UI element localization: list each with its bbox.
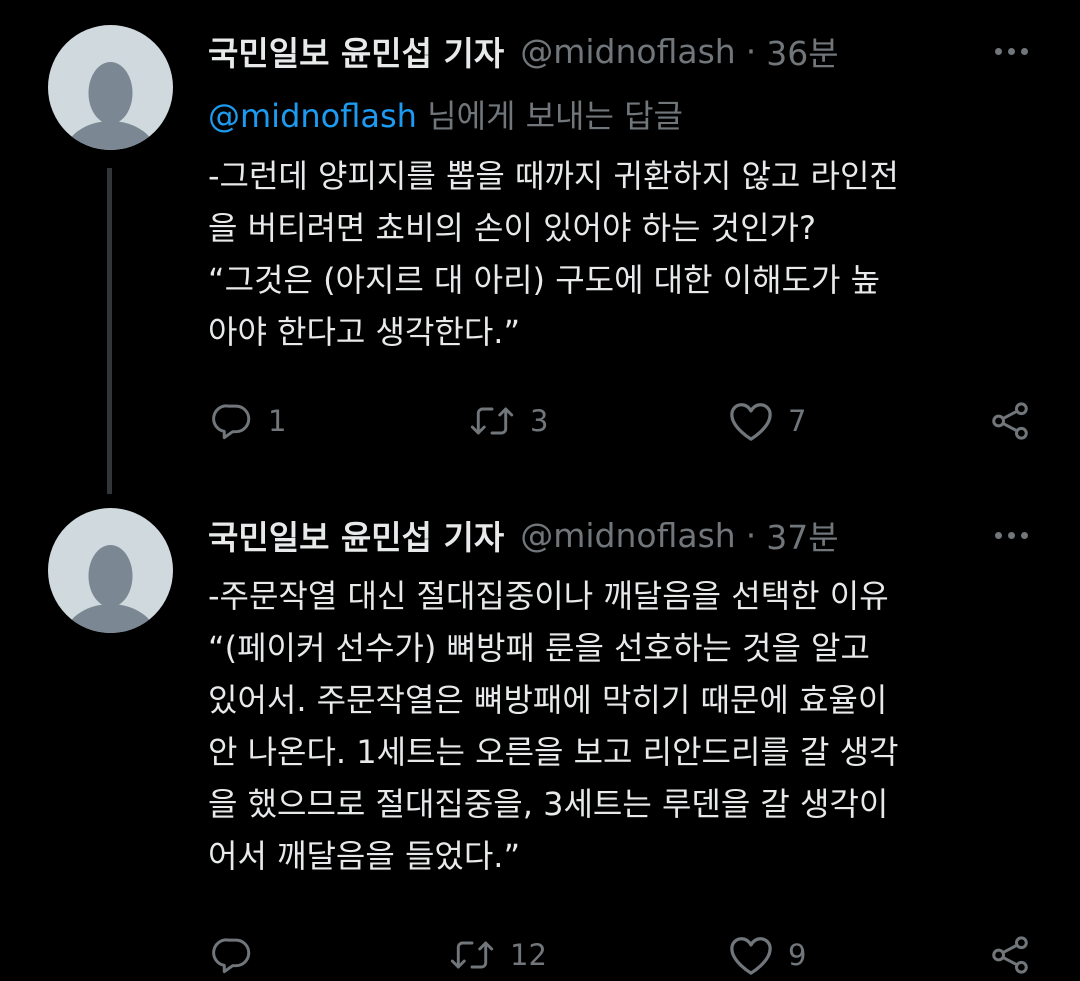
timestamp[interactable]: 37분 xyxy=(766,511,838,559)
like-button[interactable]: 9 xyxy=(728,930,806,980)
share-icon xyxy=(992,402,1028,440)
tweet-text-line: 아야 한다고 생각한다.” xyxy=(208,313,521,351)
avatar[interactable] xyxy=(48,25,173,150)
reply-context-label: 님에게 보내는 답글 xyxy=(416,97,683,135)
tweet-text-line: 을 했으므로 절대집중을, 3세트는 루덴을 갈 생각이 xyxy=(208,785,889,823)
more-dots-icon[interactable] xyxy=(995,532,1028,539)
tweet-text-line: 을 버티려면 쵸비의 손이 있어야 하는 것인가? xyxy=(208,209,816,247)
retweet-icon xyxy=(470,407,514,435)
share-button[interactable] xyxy=(988,930,1032,980)
author-name[interactable]: 국민일보 윤민섭 기자 xyxy=(208,511,504,559)
reply-context: @midnoflash 님에게 보내는 답글 xyxy=(208,91,683,137)
thread-connector-line xyxy=(107,168,112,494)
reply-count: 1 xyxy=(268,404,287,438)
tweet-text: -주문작열 대신 절대집중이나 깨달음을 선택한 이유 “(페이커 선수가) 뼈… xyxy=(208,570,1048,882)
reply-button[interactable] xyxy=(212,930,268,980)
separator: · xyxy=(745,31,757,71)
tweet-text: -그런데 양피지를 뽑을 때까지 귀환하지 않고 라인전 을 버티려면 쵸비의 … xyxy=(208,150,1048,358)
reply-mention-link[interactable]: @midnoflash xyxy=(208,97,417,135)
like-button[interactable]: 7 xyxy=(728,396,806,446)
default-profile-icon xyxy=(64,62,157,150)
tweet-text-line: -그런데 양피지를 뽑을 때까지 귀환하지 않고 라인전 xyxy=(208,157,899,195)
timestamp[interactable]: 36분 xyxy=(766,27,838,75)
tweet-text-line: 있어서. 주문작열은 뼈방패에 막히기 때문에 효율이 xyxy=(208,681,888,719)
tweet-text-line: 어서 깨달음을 들었다.” xyxy=(208,837,521,875)
heart-icon xyxy=(730,403,772,441)
author-handle[interactable]: @midnoflash xyxy=(520,32,735,71)
retweet-icon xyxy=(450,941,494,969)
author-handle[interactable]: @midnoflash xyxy=(520,516,735,555)
tweet-header: 국민일보 윤민섭 기자 @midnoflash · 37분 xyxy=(208,510,839,560)
retweet-button[interactable]: 3 xyxy=(468,396,548,446)
tweet-text-line: -주문작열 대신 절대집중이나 깨달음을 선택한 이유 xyxy=(208,577,889,615)
tweet-text-line: 안 나온다. 1세트는 오른을 보고 리안드리를 갈 생각 xyxy=(208,733,899,771)
share-button[interactable] xyxy=(988,396,1032,446)
like-count: 7 xyxy=(788,404,807,438)
reply-bubble-icon xyxy=(212,404,251,440)
tweet-header: 국민일보 윤민섭 기자 @midnoflash · 36분 xyxy=(208,26,839,76)
more-dots-icon[interactable] xyxy=(995,48,1028,55)
reply-button[interactable]: 1 xyxy=(212,396,286,446)
author-name[interactable]: 국민일보 윤민섭 기자 xyxy=(208,27,504,75)
heart-icon xyxy=(730,937,772,975)
tweet-actions: 12 9 xyxy=(208,930,1038,980)
tweet-1[interactable]: 국민일보 윤민섭 기자 @midnoflash · 36분 @midnoflas… xyxy=(0,0,1080,494)
separator: · xyxy=(745,515,757,555)
avatar[interactable] xyxy=(48,508,173,633)
like-count: 9 xyxy=(788,938,807,972)
retweet-count: 3 xyxy=(530,404,549,438)
retweet-count: 12 xyxy=(510,938,547,972)
share-icon xyxy=(992,936,1028,974)
default-profile-icon xyxy=(64,545,157,633)
retweet-button[interactable]: 12 xyxy=(448,930,547,980)
tweet-text-line: “그것은 (아지르 대 아리) 구도에 대한 이해도가 높 xyxy=(208,261,881,299)
tweet-2[interactable]: 국민일보 윤민섭 기자 @midnoflash · 37분 -주문작열 대신 절… xyxy=(0,494,1080,981)
tweet-text-line: “(페이커 선수가) 뼈방패 룬을 선호하는 것을 알고 xyxy=(208,629,870,667)
tweet-actions: 1 3 7 xyxy=(208,396,1038,446)
reply-bubble-icon xyxy=(212,938,251,974)
